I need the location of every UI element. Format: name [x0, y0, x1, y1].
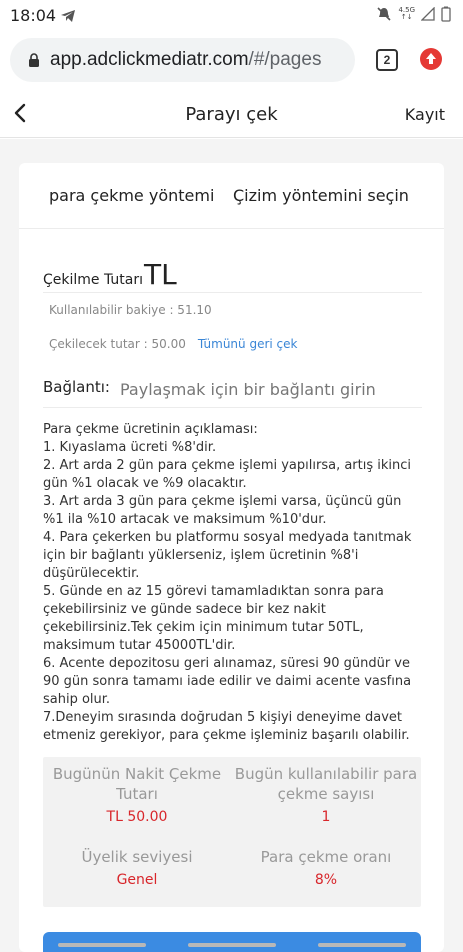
- rule-item: 5. Günde en az 15 görevi tamamladıktan s…: [43, 584, 384, 653]
- url-path: /#/pages: [248, 49, 322, 70]
- currency-label: TL: [144, 258, 177, 291]
- withdraw-method-select[interactable]: Çizim yöntemini seçin: [233, 186, 409, 205]
- amount-heading: Çekilme Tutarı TL: [43, 256, 177, 290]
- status-bar: 18:04 4.5G ↑↓: [0, 0, 463, 32]
- withdraw-method-label: para çekme yöntemi: [49, 186, 215, 205]
- withdraw-amount: Çekilecek tutar : 50.00: [49, 337, 186, 351]
- available-balance: Kullanılabilir bakiye : 51.10: [49, 303, 212, 317]
- stat-value: TL 50.00: [106, 809, 168, 825]
- signal-icon: [421, 7, 435, 21]
- withdraw-stats: Bugünün Nakit Çekme Tutarı TL 50.00 Bugü…: [43, 757, 421, 907]
- tab-switcher-button[interactable]: 2: [376, 49, 398, 71]
- rule-item: 4. Para çekerken bu platformu sosyal med…: [43, 530, 412, 581]
- lock-icon[interactable]: [28, 53, 40, 67]
- nav-handle[interactable]: [188, 943, 276, 947]
- link-label: Bağlantı:: [43, 378, 110, 396]
- telegram-icon: [61, 10, 75, 22]
- nav-handle[interactable]: [58, 943, 146, 947]
- system-nav-bar: [0, 938, 463, 952]
- rule-item: 2. Art arda 2 gün para çekme işlemi yapı…: [43, 458, 412, 491]
- network-type: 4.5G ↑↓: [398, 6, 415, 21]
- rule-item: 1. Kıyaslama ücreti %8'dir.: [43, 440, 217, 455]
- record-link[interactable]: Kayıt: [405, 105, 445, 124]
- stat-label: Üyelik seviyesi: [81, 848, 193, 866]
- battery-icon: [441, 6, 451, 22]
- stat-available-count: Bugün kullanılabilir para çekme sayısı 1: [231, 764, 421, 825]
- arrow-up-icon: [426, 53, 436, 64]
- stat-value: 1: [321, 809, 331, 825]
- browser-toolbar: app.adclickmediatr.com/#/pages 2: [0, 32, 463, 90]
- nav-handle[interactable]: [318, 943, 406, 947]
- divider: [43, 407, 422, 408]
- url-host: app.adclickmediatr.com: [50, 49, 249, 70]
- rule-item: 7.Deneyim sırasında doğrudan 5 kişiyi de…: [43, 710, 410, 743]
- withdraw-all-link[interactable]: Tümünü geri çek: [198, 337, 298, 351]
- stat-label: Bugünün Nakit Çekme Tutarı: [52, 765, 222, 803]
- page-header: Parayı çek Kayıt: [0, 90, 463, 138]
- fee-rules: Para çekme ücretinin açıklaması: 1. Kıya…: [43, 421, 423, 745]
- withdraw-amount-row: Çekilecek tutar : 50.00 Tümünü geri çek: [49, 337, 297, 351]
- stat-label: Bugün kullanılabilir para çekme sayısı: [234, 765, 418, 803]
- stat-member-level: Üyelik seviyesi Genel: [43, 847, 231, 888]
- divider: [43, 292, 422, 293]
- page-title: Parayı çek: [185, 104, 278, 125]
- mute-icon: [377, 7, 392, 21]
- url-text[interactable]: app.adclickmediatr.com/#/pages: [50, 49, 321, 71]
- rules-title: Para çekme ücretinin açıklaması:: [43, 422, 258, 437]
- status-icons: 4.5G ↑↓: [376, 6, 451, 22]
- stat-label: Para çekme oranı: [260, 848, 392, 866]
- amount-label: Çekilme Tutarı: [43, 272, 143, 288]
- update-button[interactable]: [420, 48, 442, 70]
- stat-today-cash: Bugünün Nakit Çekme Tutarı TL 50.00: [43, 764, 231, 825]
- rule-item: 6. Acente depozitosu geri alınamaz, süre…: [43, 656, 412, 707]
- withdraw-method-row[interactable]: para çekme yöntemi Çizim yöntemini seçin: [19, 163, 444, 229]
- link-input[interactable]: [120, 377, 420, 401]
- stat-withdraw-rate: Para çekme oranı 8%: [231, 847, 421, 888]
- rule-item: 3. Art arda 3 gün para çekme işlemi vars…: [43, 494, 402, 527]
- stat-value: Genel: [116, 872, 158, 888]
- address-bar[interactable]: app.adclickmediatr.com/#/pages: [10, 38, 355, 82]
- status-time: 18:04: [10, 6, 57, 25]
- stat-value: 8%: [314, 872, 338, 888]
